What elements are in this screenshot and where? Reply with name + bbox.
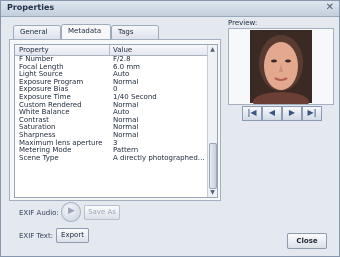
table-body: F Number F/2.8 Focal Length 6.0 mm Light Sou… — [15, 55, 207, 163]
column-header-property[interactable]: Property — [19, 46, 49, 54]
window-title: Properties — [7, 3, 55, 12]
skip-last-icon[interactable]: ▶| — [302, 106, 322, 121]
arrow-right-icon[interactable]: ▶ — [282, 106, 302, 121]
property-value: 1/40 Second — [113, 93, 157, 101]
property-value: 0 — [113, 86, 118, 94]
preview-label: Preview: — [228, 19, 258, 27]
preview-frame — [228, 28, 334, 112]
property-value: Normal — [113, 116, 139, 124]
preview-navigation: |◀ ◀ ▶ ▶| — [242, 106, 322, 121]
title-bar: Properties ✕ — [1, 1, 339, 17]
tab-general[interactable]: General — [13, 25, 61, 39]
play-audio-button[interactable]: ▶ — [61, 202, 81, 222]
table-row[interactable]: Scene Type A directly photographed i... — [15, 153, 207, 163]
column-divider[interactable] — [109, 45, 110, 55]
property-value: Auto — [113, 109, 130, 117]
tab-tags[interactable]: Tags — [111, 25, 159, 39]
property-value: Normal — [113, 101, 139, 109]
property-value: 6.0 mm — [113, 63, 140, 71]
scroll-down-icon[interactable]: ▼ — [208, 188, 217, 197]
properties-window: Properties ✕ General Metadata Tags Prope… — [0, 0, 340, 257]
close-button[interactable]: Close — [287, 233, 327, 249]
property-value: Pattern — [113, 147, 139, 155]
metadata-table[interactable]: Property Value F Number F/2.8 Focal Length… — [14, 44, 218, 198]
save-as-button[interactable]: Save As — [84, 205, 120, 220]
property-value: F/2.8 — [113, 56, 131, 63]
vertical-scrollbar[interactable]: ▲ ▼ — [207, 45, 217, 197]
skip-first-icon[interactable]: |◀ — [242, 106, 262, 121]
property-value: Auto — [113, 71, 130, 79]
property-name: Scene Type — [19, 153, 59, 162]
close-icon[interactable]: ✕ — [326, 2, 334, 13]
column-header-value[interactable]: Value — [113, 46, 132, 54]
property-value: A directly photographed i... — [113, 154, 205, 162]
scroll-up-icon[interactable]: ▲ — [208, 45, 217, 54]
metadata-panel: Property Value F Number F/2.8 Focal Length… — [9, 39, 221, 201]
exif-text-label: EXIF Text: — [19, 232, 54, 240]
play-icon: ▶ — [68, 206, 75, 216]
property-value: 3 — [113, 139, 118, 147]
scroll-thumb[interactable] — [209, 143, 217, 189]
export-button[interactable]: Export — [56, 228, 89, 243]
preview-photo — [250, 30, 312, 112]
property-value: Normal — [113, 124, 139, 132]
property-value: Normal — [113, 131, 139, 139]
exif-audio-label: EXIF Audio: — [19, 209, 59, 217]
property-value: Normal — [113, 78, 139, 86]
arrow-left-icon[interactable]: ◀ — [262, 106, 282, 121]
tab-metadata[interactable]: Metadata — [61, 24, 111, 39]
